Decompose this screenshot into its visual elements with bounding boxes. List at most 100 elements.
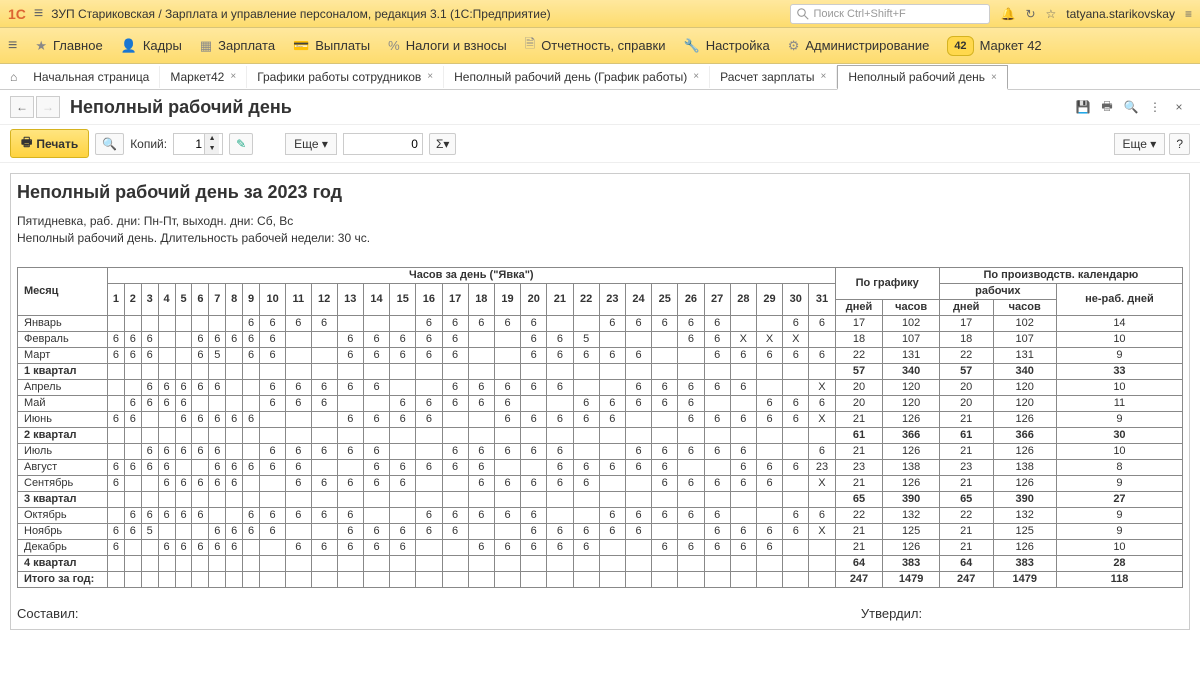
close-page-icon[interactable]: × — [1168, 96, 1190, 118]
more-icon[interactable]: ⋮ — [1144, 96, 1166, 118]
col-prod-days: дней — [939, 299, 993, 315]
row-Ноябрь: Ноябрь665666666666666666666X21125211259 — [18, 523, 1183, 539]
help-button[interactable]: ? — [1169, 133, 1190, 155]
row-Июнь: Июнь666666666666666666666X21126211269 — [18, 411, 1183, 427]
search-icon — [797, 8, 809, 20]
tabs-bar: ⌂ Начальная страница Маркет42× Графики р… — [0, 64, 1200, 90]
col-day-2: 2 — [124, 283, 141, 315]
nav-reports[interactable]: 🗎Отчетность, справки — [525, 35, 666, 57]
page-header: ← → Неполный рабочий день 💾 🖶 🔍 ⋮ × — [0, 90, 1200, 125]
col-month: Месяц — [18, 267, 108, 315]
row-3 квартал: 3 квартал653906539027 — [18, 491, 1183, 507]
copies-label: Копий: — [130, 137, 167, 151]
page-title: Неполный рабочий день — [70, 97, 1072, 118]
logo-1c: 1С — [8, 6, 26, 22]
nav-market42[interactable]: 42Маркет 42 — [947, 36, 1041, 56]
tab-nepolny[interactable]: Неполный рабочий день× — [837, 65, 1008, 90]
edit-icon: ✎ — [236, 137, 246, 151]
nav-settings[interactable]: 🔧Настройка — [684, 38, 770, 54]
nav-main[interactable]: ★Главное — [35, 38, 102, 54]
tab-start[interactable]: Начальная страница — [23, 66, 160, 88]
edit-button[interactable]: ✎ — [229, 133, 253, 155]
save-icon[interactable]: 💾 — [1072, 96, 1094, 118]
nav-vyplaty[interactable]: 💳Выплаты — [293, 38, 370, 54]
close-icon[interactable]: × — [427, 71, 433, 82]
nav-admin[interactable]: ⚙Администрирование — [788, 38, 930, 54]
row-Февраль: Февраль666666666666666566XXX181071810710 — [18, 331, 1183, 347]
menu-toggle-icon[interactable]: ≡ — [8, 37, 17, 55]
col-day-27: 27 — [704, 283, 730, 315]
col-day-26: 26 — [678, 283, 704, 315]
star-icon[interactable]: ☆ — [1046, 7, 1057, 21]
main-nav: ≡ ★Главное 👤Кадры ▦Зарплата 💳Выплаты %На… — [0, 28, 1200, 64]
row-Март: Март666656666666666666666622131221319 — [18, 347, 1183, 363]
more-dropdown[interactable]: Еще ▾ — [285, 133, 337, 155]
num-input[interactable] — [343, 133, 423, 155]
row-Декабрь: Декабрь666666666666666666666211262112610 — [18, 539, 1183, 555]
chevron-down-icon: ▾ — [322, 137, 328, 151]
col-day-17: 17 — [442, 283, 468, 315]
col-work: рабочих — [939, 283, 1056, 299]
col-day-7: 7 — [209, 283, 226, 315]
back-button[interactable]: ← — [10, 96, 34, 118]
hamburger-icon[interactable]: ≡ — [34, 5, 43, 23]
copies-spinner[interactable]: ▲▼ — [173, 133, 223, 155]
close-icon[interactable]: × — [230, 71, 236, 82]
nav-zarplata[interactable]: ▦Зарплата — [200, 38, 275, 54]
close-icon[interactable]: × — [693, 71, 699, 82]
row-4 квартал: 4 квартал643836438328 — [18, 555, 1183, 571]
nav-kadry[interactable]: 👤Кадры — [121, 38, 182, 54]
more-right-dropdown[interactable]: Еще ▾ — [1114, 133, 1166, 155]
row-Итого за год:: Итого за год:24714792471479118 — [18, 571, 1183, 587]
col-prod-hours: часов — [993, 299, 1056, 315]
signature-right: Утвердил: — [600, 606, 1183, 621]
spin-down[interactable]: ▼ — [205, 144, 219, 154]
copies-field[interactable] — [174, 137, 204, 151]
col-sched-hours: часов — [883, 299, 939, 315]
report-frame: Неполный рабочий день за 2023 год Пятидн… — [10, 173, 1190, 630]
chevron-down-icon: ▾ — [1150, 137, 1156, 151]
search-input[interactable]: Поиск Ctrl+Shift+F — [790, 4, 990, 24]
tab-raschet[interactable]: Расчет зарплаты× — [710, 66, 837, 88]
col-day-6: 6 — [192, 283, 209, 315]
col-day-21: 21 — [547, 283, 573, 315]
col-prod: По производств. календарю — [939, 267, 1182, 283]
col-day-14: 14 — [363, 283, 389, 315]
col-day-12: 12 — [311, 283, 337, 315]
col-day-22: 22 — [573, 283, 599, 315]
col-day-19: 19 — [494, 283, 520, 315]
sigma-button[interactable]: Σ ▾ — [429, 133, 456, 155]
username-label[interactable]: tatyana.starikovskay — [1066, 7, 1175, 21]
tab-grafik-raboty[interactable]: Неполный рабочий день (График работы)× — [444, 66, 710, 88]
schedule-table: МесяцЧасов за день ("Явка")По графикуПо … — [17, 267, 1183, 588]
col-day-3: 3 — [141, 283, 158, 315]
col-hours-group: Часов за день ("Явка") — [108, 267, 836, 283]
row-Июль: Июль666666666666666666666211262112610 — [18, 443, 1183, 459]
tab-market42[interactable]: Маркет42× — [160, 66, 247, 88]
row-Октябрь: Октябрь666666666666666666666622132221329 — [18, 507, 1183, 523]
row-Январь: Январь6666666666666666171021710214 — [18, 315, 1183, 331]
col-day-5: 5 — [175, 283, 192, 315]
col-day-25: 25 — [652, 283, 678, 315]
menu-icon[interactable]: ≡ — [1185, 7, 1192, 21]
close-icon[interactable]: × — [991, 72, 997, 83]
col-day-31: 31 — [809, 283, 835, 315]
print-button[interactable]: 🖶 Печать — [10, 129, 89, 158]
col-day-28: 28 — [730, 283, 756, 315]
tab-grafiki[interactable]: Графики работы сотрудников× — [247, 66, 444, 88]
preview-button[interactable]: 🔍 — [95, 133, 124, 155]
nav-nalogi[interactable]: %Налоги и взносы — [388, 38, 507, 53]
col-sched: По графику — [835, 267, 939, 299]
close-icon[interactable]: × — [820, 71, 826, 82]
find-icon[interactable]: 🔍 — [1120, 96, 1142, 118]
col-day-4: 4 — [158, 283, 175, 315]
row-1 квартал: 1 квартал573405734033 — [18, 363, 1183, 379]
home-icon[interactable]: ⌂ — [10, 70, 17, 84]
print-icon[interactable]: 🖶 — [1096, 96, 1118, 118]
bell-icon[interactable]: 🔔 — [1000, 7, 1015, 21]
col-day-9: 9 — [243, 283, 260, 315]
col-day-8: 8 — [226, 283, 243, 315]
forward-button[interactable]: → — [36, 96, 60, 118]
history-icon[interactable]: ↻ — [1025, 7, 1035, 21]
spin-up[interactable]: ▲ — [205, 134, 219, 144]
